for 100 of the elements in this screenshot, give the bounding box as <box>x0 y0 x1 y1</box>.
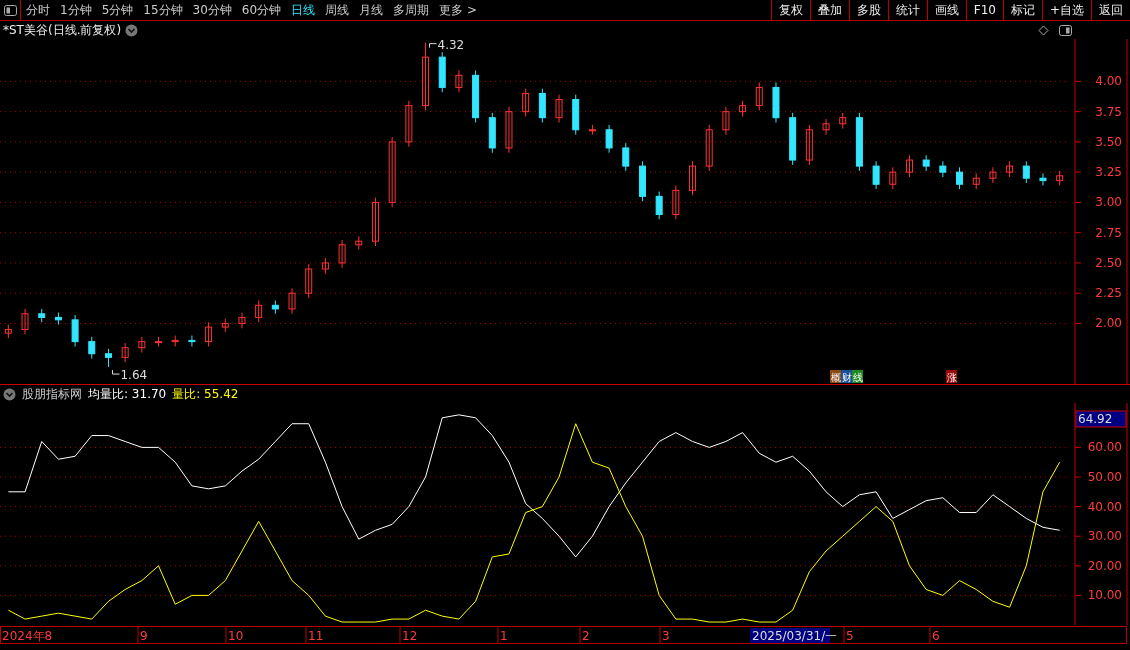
axis-label: 10.00 <box>1087 588 1122 603</box>
toolbar-button[interactable]: 复权 <box>770 0 810 20</box>
candle <box>1056 170 1064 186</box>
toolbar-button[interactable]: 画线 <box>926 0 966 20</box>
candle <box>638 160 646 202</box>
toolbar-button[interactable]: F10 <box>965 0 1003 20</box>
candle <box>672 184 680 220</box>
indicator-name: 股朋指标网 <box>22 385 82 403</box>
axis-label: 30.00 <box>1087 529 1122 544</box>
candle <box>71 314 79 347</box>
candle <box>271 299 279 315</box>
diamond-icon[interactable] <box>1038 24 1049 36</box>
annotation: 1.64 <box>120 368 148 383</box>
panel-toggle-icon[interactable] <box>3 4 17 16</box>
candle <box>772 82 780 124</box>
event-tag[interactable]: 财 <box>841 370 852 383</box>
candle <box>1039 172 1047 186</box>
axis-label: 50.00 <box>1087 470 1122 484</box>
candle <box>755 82 763 111</box>
candle <box>205 321 213 347</box>
candle <box>472 69 480 124</box>
date-axis-label: 10 <box>228 629 244 643</box>
candle <box>188 335 196 347</box>
candle <box>655 191 663 220</box>
candle <box>722 106 730 136</box>
axis-label: 60.00 <box>1087 440 1122 455</box>
axis-label: 3.75 <box>1095 104 1122 119</box>
period-tab[interactable]: 30分钟 <box>187 0 237 20</box>
axis-label: 3.50 <box>1095 134 1122 149</box>
period-tab[interactable]: 15分钟 <box>138 0 188 20</box>
period-tab[interactable]: 周线 <box>320 0 355 20</box>
candle <box>38 308 46 323</box>
event-tag[interactable]: 线 <box>852 370 863 383</box>
candle <box>822 118 830 136</box>
indicator-readout: 量比: 55.42 <box>172 385 239 403</box>
date-axis-label: 2 <box>582 629 590 643</box>
price-extreme-label: 1.64 <box>111 368 148 383</box>
axis-label: 2.50 <box>1095 255 1122 270</box>
candle <box>288 287 296 315</box>
candle <box>889 166 897 190</box>
candle <box>739 100 747 117</box>
period-tab[interactable]: 多周期 <box>388 0 435 20</box>
candle <box>855 112 863 172</box>
period-tab[interactable]: 日线 <box>286 0 321 20</box>
annotation: 4.32 <box>437 37 465 52</box>
axis-label: 2.25 <box>1095 286 1122 301</box>
axis-label: 4.00 <box>1095 74 1122 89</box>
candle <box>522 88 530 117</box>
candle <box>839 112 847 130</box>
candle <box>872 160 880 190</box>
candle <box>538 88 546 124</box>
axis-label: 3.25 <box>1095 165 1122 180</box>
date-axis-label: 12 <box>402 629 418 643</box>
candle <box>488 112 496 154</box>
indicator-readout: 均量比: 31.70 <box>88 385 167 403</box>
candle <box>221 318 229 333</box>
toolbar-button[interactable]: 返回 <box>1091 0 1130 20</box>
candle <box>605 124 613 154</box>
candle <box>588 124 596 136</box>
event-tag[interactable]: 涨 <box>946 370 957 383</box>
candle <box>438 51 446 93</box>
date-axis-label: 5 <box>846 629 854 643</box>
candle <box>4 324 12 339</box>
candle <box>405 100 413 148</box>
candle <box>104 348 112 368</box>
candle <box>455 69 463 93</box>
candle <box>572 94 580 136</box>
candle <box>972 172 980 190</box>
price-extreme-label: 4.32 <box>429 39 465 52</box>
toolbar-button[interactable]: 多股 <box>848 0 888 20</box>
candle <box>138 336 146 354</box>
candle <box>238 312 246 329</box>
candle <box>805 124 813 166</box>
toolbar-button[interactable]: 统计 <box>887 0 927 20</box>
candle <box>422 42 430 111</box>
candle <box>1022 160 1030 184</box>
period-tab[interactable]: 5分钟 <box>96 0 139 20</box>
candle <box>689 160 697 196</box>
period-tab[interactable]: 月线 <box>354 0 389 20</box>
period-tab[interactable]: 分时 <box>21 0 55 20</box>
candle <box>939 160 947 178</box>
period-tab[interactable]: 1分钟 <box>55 0 97 20</box>
period-tab[interactable]: 60分钟 <box>236 0 287 20</box>
candle <box>21 308 29 335</box>
toolbar-button[interactable]: 叠加 <box>809 0 849 20</box>
toolbar-button[interactable]: 标记 <box>1002 0 1042 20</box>
candle <box>305 263 313 299</box>
panel-toggle-icon[interactable] <box>1059 24 1072 36</box>
toolbar-button[interactable]: +自选 <box>1041 0 1091 20</box>
candle <box>1006 160 1014 178</box>
date-axis-label: 1 <box>500 629 508 643</box>
candle <box>622 142 630 172</box>
dropdown-icon[interactable] <box>125 23 139 37</box>
period-tab[interactable]: 更多 > <box>434 0 482 20</box>
event-tag[interactable]: 概 <box>830 370 841 383</box>
candle <box>355 235 363 251</box>
date-axis-label: 2024年8 <box>2 629 53 643</box>
candle <box>155 336 163 347</box>
dropdown-icon[interactable] <box>3 387 16 401</box>
candle <box>956 166 964 190</box>
